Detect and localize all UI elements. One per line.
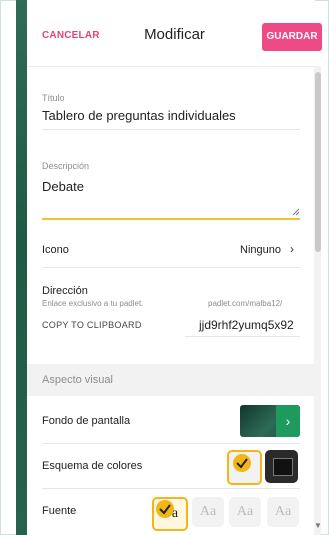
address-slug-field[interactable]: jjd9rhf2yumq5x92 xyxy=(199,318,294,332)
slug-underline xyxy=(185,336,300,337)
description-field[interactable]: Debate xyxy=(42,179,84,194)
scroll-down-icon[interactable]: ▼ xyxy=(313,521,323,531)
color-scheme-dark-option[interactable] xyxy=(265,450,298,483)
font-option-2-label: Aa xyxy=(199,504,217,519)
chevron-right-icon: › xyxy=(290,242,295,256)
icon-label: Icono xyxy=(42,244,69,256)
address-hint: Enlace exclusivo a tu padlet. xyxy=(42,299,144,308)
resize-handle-icon[interactable] xyxy=(292,208,300,216)
title-field-label: Título xyxy=(42,93,65,103)
panel-header: CANCELAR Modificar GUARDAR xyxy=(27,0,322,67)
wallpaper-divider xyxy=(42,443,300,444)
appearance-section-header: Aspecto visual xyxy=(27,364,315,396)
chevron-right-icon: › xyxy=(276,405,300,437)
save-button[interactable]: GUARDAR xyxy=(262,23,322,51)
check-icon xyxy=(233,454,251,472)
font-option-4[interactable]: Aa xyxy=(267,497,299,527)
address-url-prefix: padlet.com/malba12/ xyxy=(208,299,283,308)
font-option-3[interactable]: Aa xyxy=(229,497,261,527)
copy-to-clipboard-button[interactable]: COPY TO CLIPBOARD xyxy=(42,320,142,330)
scrollbar-thumb[interactable] xyxy=(315,72,321,252)
font-option-3-label: Aa xyxy=(236,504,254,519)
appearance-section-label: Aspecto visual xyxy=(42,374,113,386)
font-option-2[interactable]: Aa xyxy=(192,497,224,527)
description-field-label: Descripción xyxy=(42,161,90,171)
description-underline xyxy=(42,218,300,220)
background-strip xyxy=(16,0,27,535)
color-scheme-light-option[interactable] xyxy=(227,450,262,485)
title-field[interactable]: Tablero de preguntas individuales xyxy=(42,108,236,123)
color-scheme-divider xyxy=(42,488,300,489)
font-option-1-label: a xyxy=(171,506,179,521)
icon-value: Ninguno xyxy=(240,244,281,256)
font-label: Fuente xyxy=(42,505,77,517)
wallpaper-picker[interactable]: › xyxy=(240,405,300,437)
dark-scheme-preview xyxy=(273,458,293,476)
font-option-4-label: Aa xyxy=(274,504,292,519)
color-scheme-label: Esquema de colores xyxy=(42,460,143,472)
edit-panel: CANCELAR Modificar GUARDAR Título Tabler… xyxy=(27,0,322,535)
font-option-1[interactable]: a xyxy=(152,497,188,531)
icon-selector[interactable]: Ninguno › xyxy=(240,242,294,256)
wallpaper-label: Fondo de pantalla xyxy=(42,415,131,427)
title-divider xyxy=(42,129,300,130)
address-label: Dirección xyxy=(42,285,88,297)
icon-divider xyxy=(42,267,300,268)
